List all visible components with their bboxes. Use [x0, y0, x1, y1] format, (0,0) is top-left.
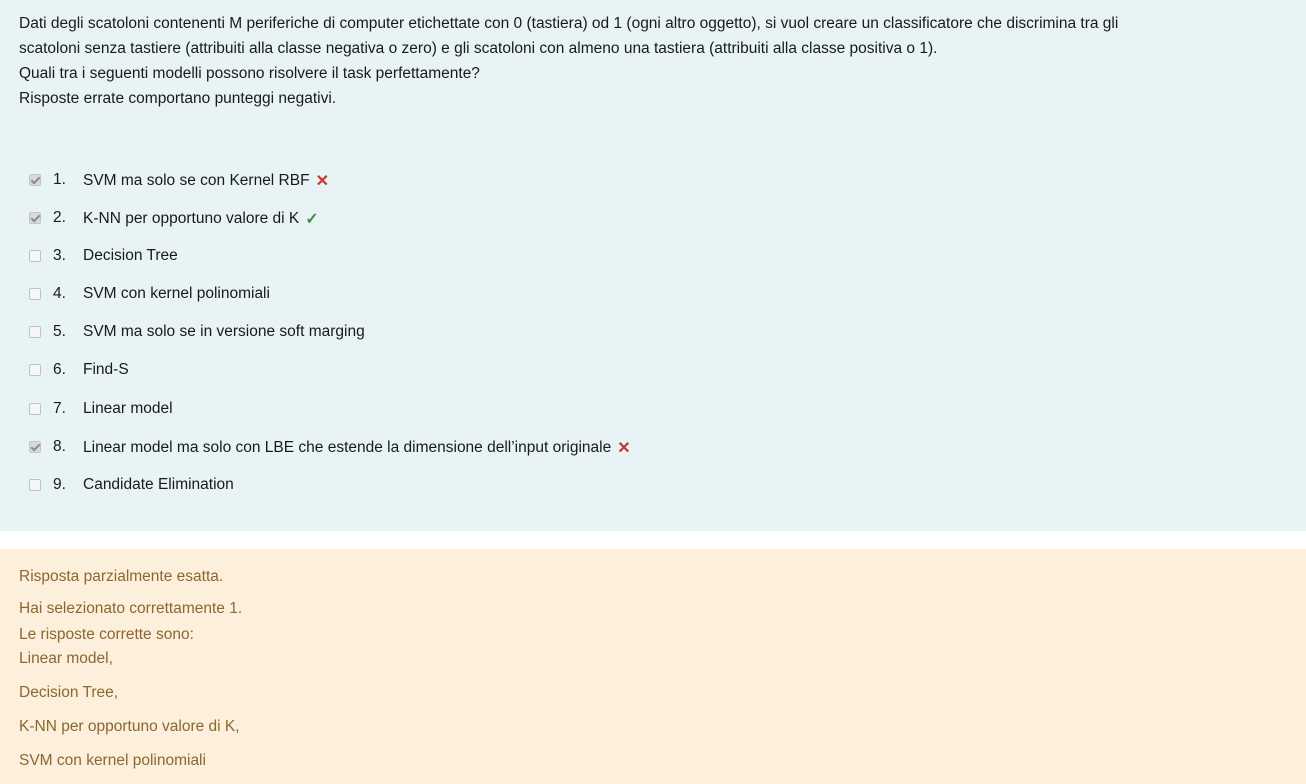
answer-checkbox[interactable]: [29, 212, 41, 224]
answer-label: K-NN per opportuno valore di K: [83, 210, 300, 227]
feedback-correct-item: SVM con kernel polinomiali: [19, 752, 206, 769]
feedback-selected: Hai selezionato correttamente 1.: [19, 600, 243, 617]
answer-label: SVM ma solo se in versione soft marging: [83, 323, 365, 340]
answer-option-5[interactable]: 5. SVM ma solo se in versione soft margi…: [0, 314, 1306, 352]
question-line-3: Quali tra i seguenti modelli possono ris…: [19, 65, 480, 82]
answer-checkbox[interactable]: [29, 288, 41, 300]
correct-mark-icon: ✓: [305, 211, 319, 228]
answer-number: 8.: [53, 438, 66, 455]
answer-checkbox[interactable]: [29, 174, 41, 186]
answer-number: 7.: [53, 400, 66, 417]
answer-option-8[interactable]: 8. Linear model ma solo con LBE che este…: [0, 429, 1306, 467]
answer-label: Candidate Elimination: [83, 476, 234, 493]
answer-number: 4.: [53, 285, 66, 302]
feedback-correct-item: Decision Tree,: [19, 684, 119, 701]
feedback-correct-header: Le risposte corrette sono:: [19, 626, 194, 643]
answer-checkbox[interactable]: [29, 479, 41, 491]
answer-option-3[interactable]: 3. Decision Tree: [0, 238, 1306, 276]
answer-option-9[interactable]: 9. Candidate Elimination: [0, 467, 1306, 505]
answer-number: 1.: [53, 171, 66, 188]
answer-number: 6.: [53, 361, 66, 378]
answer-option-2[interactable]: 2. K-NN per opportuno valore di K ✓: [0, 200, 1306, 238]
incorrect-mark-icon: ✕: [315, 173, 329, 190]
question-text: Dati degli scatoloni contenenti M perife…: [19, 11, 1289, 111]
answer-number: 3.: [53, 247, 66, 264]
question-line-1: Dati degli scatoloni contenenti M perife…: [19, 15, 1119, 32]
feedback-panel: Risposta parzialmente esatta. Hai selezi…: [0, 549, 1306, 784]
answer-checkbox[interactable]: [29, 441, 41, 453]
answer-label: Find-S: [83, 361, 129, 378]
answer-number: 9.: [53, 476, 66, 493]
answer-label: SVM ma solo se con Kernel RBF: [83, 172, 310, 189]
answer-option-6[interactable]: 6. Find-S: [0, 352, 1306, 390]
answer-checkbox[interactable]: [29, 403, 41, 415]
question-line-4: Risposte errate comportano punteggi nega…: [19, 90, 337, 107]
answer-option-7[interactable]: 7. Linear model: [0, 391, 1306, 429]
answer-label: Linear model ma solo con LBE che estende…: [83, 439, 612, 456]
answer-checkbox[interactable]: [29, 250, 41, 262]
answer-label: SVM con kernel polinomiali: [83, 285, 270, 302]
feedback-correct-item: Linear model,: [19, 650, 113, 667]
question-line-2: scatoloni senza tastiere (attribuiti all…: [19, 40, 938, 57]
answer-number: 5.: [53, 323, 66, 340]
answer-number: 2.: [53, 209, 66, 226]
incorrect-mark-icon: ✕: [617, 440, 631, 457]
answer-label: Linear model: [83, 400, 173, 417]
question-panel: Dati degli scatoloni contenenti M perife…: [0, 0, 1306, 531]
answer-label: Decision Tree: [83, 247, 178, 264]
answer-checkbox[interactable]: [29, 326, 41, 338]
answer-checkbox[interactable]: [29, 364, 41, 376]
feedback-correct-item: K-NN per opportuno valore di K,: [19, 718, 240, 735]
answer-option-1[interactable]: 1. SVM ma solo se con Kernel RBF ✕: [0, 162, 1306, 200]
answer-option-4[interactable]: 4. SVM con kernel polinomiali: [0, 276, 1306, 314]
feedback-status: Risposta parzialmente esatta.: [19, 568, 224, 585]
